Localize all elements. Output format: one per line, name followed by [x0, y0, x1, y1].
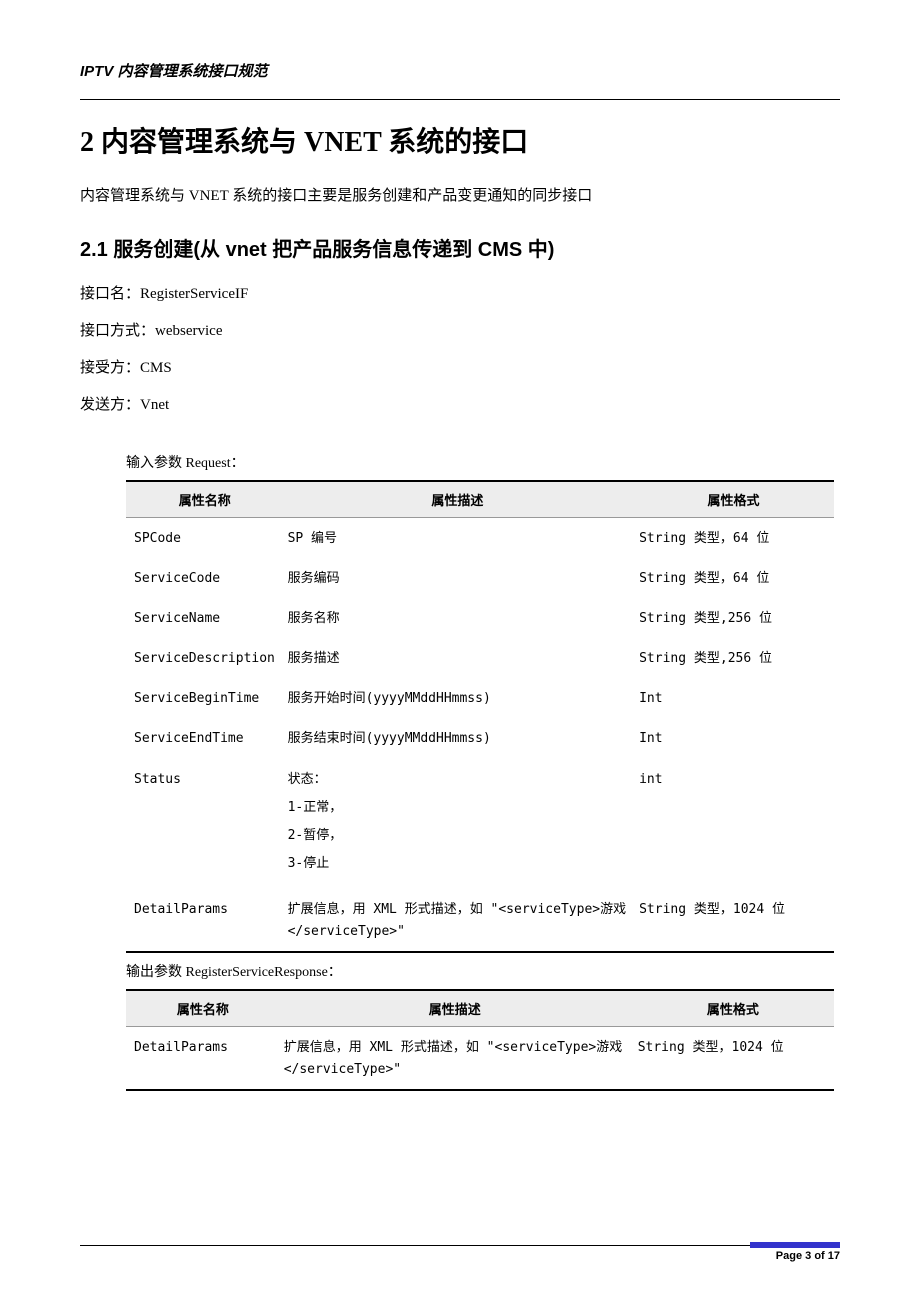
cell-format: String 类型，64 位 [633, 558, 834, 598]
response-table-label: 输出参数 RegisterServiceResponse： [126, 961, 840, 981]
cell-desc: 服务描述 [282, 638, 634, 678]
col-header-desc: 属性描述 [278, 990, 632, 1027]
table-header-row: 属性名称 属性描述 属性格式 [126, 990, 834, 1027]
cell-format: String 类型，1024 位 [632, 1027, 834, 1091]
cell-format: String 类型，1024 位 [633, 889, 834, 952]
col-header-name: 属性名称 [126, 990, 278, 1027]
request-table-label: 输入参数 Request： [126, 452, 840, 472]
cell-name: ServiceDescription [126, 638, 282, 678]
table-row: Status 状态： 1-正常， 2-暂停， 3-停止 int [126, 759, 834, 889]
page-footer: Page 3 of 17 [80, 1245, 840, 1262]
col-header-format: 属性格式 [633, 481, 834, 518]
cell-desc: 扩展信息，用 XML 形式描述，如 "<serviceType>游戏</serv… [282, 889, 634, 952]
response-table: 属性名称 属性描述 属性格式 DetailParams 扩展信息，用 XML 形… [126, 989, 834, 1091]
interface-mode-label: 接口方式： [80, 323, 155, 339]
cell-desc: SP 编号 [282, 518, 634, 559]
cell-desc: 状态： 1-正常， 2-暂停， 3-停止 [282, 759, 634, 889]
cell-name: ServiceEndTime [126, 718, 282, 758]
sender-value: Vnet [140, 397, 169, 413]
table-row: ServiceDescription 服务描述 String 类型,256 位 [126, 638, 834, 678]
interface-name-row: 接口名：RegisterServiceIF [80, 282, 840, 303]
header-divider [80, 99, 840, 100]
request-table: 属性名称 属性描述 属性格式 SPCode SP 编号 String 类型，64… [126, 480, 834, 953]
table-row: ServiceName 服务名称 String 类型,256 位 [126, 598, 834, 638]
cell-desc: 服务编码 [282, 558, 634, 598]
cell-format: String 类型,256 位 [633, 598, 834, 638]
col-header-desc: 属性描述 [282, 481, 634, 518]
receiver-label: 接受方： [80, 360, 140, 376]
col-header-format: 属性格式 [632, 990, 834, 1027]
sender-row: 发送方：Vnet [80, 393, 840, 414]
cell-name: DetailParams [126, 889, 282, 952]
table-row: DetailParams 扩展信息，用 XML 形式描述，如 "<service… [126, 889, 834, 952]
table-row: ServiceBeginTime 服务开始时间(yyyyMMddHHmmss) … [126, 678, 834, 718]
cell-name: ServiceName [126, 598, 282, 638]
table-row: ServiceCode 服务编码 String 类型，64 位 [126, 558, 834, 598]
col-header-name: 属性名称 [126, 481, 282, 518]
table-row: ServiceEndTime 服务结束时间(yyyyMMddHHmmss) In… [126, 718, 834, 758]
cell-desc: 服务开始时间(yyyyMMddHHmmss) [282, 678, 634, 718]
receiver-value: CMS [140, 360, 172, 376]
cell-format: Int [633, 678, 834, 718]
footer-divider [80, 1245, 840, 1246]
cell-name: ServiceBeginTime [126, 678, 282, 718]
table-header-row: 属性名称 属性描述 属性格式 [126, 481, 834, 518]
cell-name: ServiceCode [126, 558, 282, 598]
cell-format: Int [633, 718, 834, 758]
cell-name: Status [126, 759, 282, 889]
status-line: 状态： [288, 769, 628, 791]
footer-accent-bar [750, 1242, 840, 1248]
cell-format: String 类型,256 位 [633, 638, 834, 678]
subsection-heading: 2.1 服务创建(从 vnet 把产品服务信息传递到 CMS 中) [80, 233, 840, 262]
cell-desc: 服务名称 [282, 598, 634, 638]
sender-label: 发送方： [80, 397, 140, 413]
status-line: 2-暂停， [288, 825, 628, 847]
cell-format: int [633, 759, 834, 889]
cell-desc: 服务结束时间(yyyyMMddHHmmss) [282, 718, 634, 758]
cell-name: SPCode [126, 518, 282, 559]
section-heading: 2 内容管理系统与 VNET 系统的接口 [80, 120, 840, 160]
cell-desc: 扩展信息，用 XML 形式描述，如 "<serviceType>游戏</serv… [278, 1027, 632, 1091]
interface-mode-row: 接口方式：webservice [80, 319, 840, 340]
interface-name-label: 接口名： [80, 286, 140, 302]
receiver-row: 接受方：CMS [80, 356, 840, 377]
table-row: DetailParams 扩展信息，用 XML 形式描述，如 "<service… [126, 1027, 834, 1091]
page-number: Page 3 of 17 [80, 1250, 840, 1262]
section-intro: 内容管理系统与 VNET 系统的接口主要是服务创建和产品变更通知的同步接口 [80, 184, 840, 205]
table-row: SPCode SP 编号 String 类型，64 位 [126, 518, 834, 559]
status-line: 3-停止 [288, 853, 628, 875]
interface-name-value: RegisterServiceIF [140, 286, 248, 302]
doc-header-title: IPTV 内容管理系统接口规范 [80, 60, 840, 81]
interface-mode-value: webservice [155, 323, 222, 339]
cell-format: String 类型，64 位 [633, 518, 834, 559]
cell-name: DetailParams [126, 1027, 278, 1091]
status-line: 1-正常， [288, 797, 628, 819]
